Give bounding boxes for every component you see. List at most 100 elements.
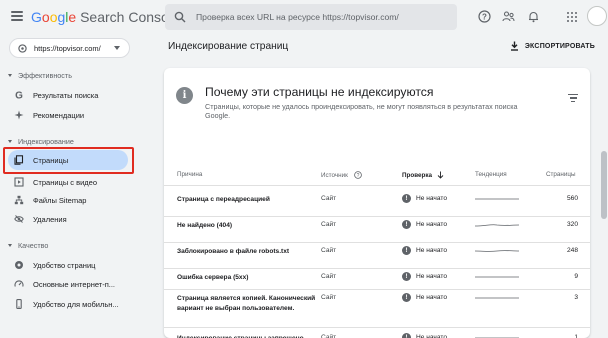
validation-status-label: Не начато	[416, 195, 447, 202]
sidebar-item-recommendations[interactable]: Рекомендации	[0, 105, 136, 125]
trend-sparkline	[475, 276, 519, 278]
header-divider	[164, 185, 590, 186]
video-pages-icon	[14, 177, 24, 187]
alert-icon: !	[402, 194, 411, 203]
search-placeholder: Проверка всех URL на ресурсе https://top…	[196, 12, 399, 22]
card-subtitle: Страницы, которые не удалось проиндексир…	[205, 102, 518, 120]
pages-count: 248	[566, 247, 578, 254]
pages-count: 3	[574, 294, 578, 301]
avatar[interactable]	[587, 6, 607, 26]
trend-sparkline	[475, 198, 519, 200]
trend-sparkline	[475, 297, 519, 299]
sparkle-icon	[14, 110, 24, 120]
collapse-icon	[8, 140, 12, 143]
alert-icon: !	[402, 272, 411, 281]
card-title: Почему эти страницы не индексируются	[205, 85, 434, 99]
sort-arrow-icon	[437, 171, 444, 179]
top-app-bar: Google Search Console Проверка всех URL …	[0, 0, 608, 34]
chevron-down-icon	[114, 46, 120, 50]
collapse-icon	[8, 74, 12, 77]
reason-cell[interactable]: Не найдено (404)	[177, 221, 317, 231]
reason-cell[interactable]: Страница является копией. Канонический в…	[177, 294, 317, 314]
app-logo[interactable]: Google Search Console	[31, 9, 180, 25]
sidebar-item-mobile-usability[interactable]: Удобство для мобильн...	[0, 294, 136, 314]
pages-count: 1	[574, 334, 578, 338]
pages-count: 320	[566, 221, 578, 228]
reason-cell[interactable]: Индексирование страницы запрещено тегом …	[177, 334, 317, 338]
property-selector[interactable]: https://topvisor.com/	[9, 38, 130, 58]
row-divider	[164, 327, 590, 328]
validation-status-label: Не начато	[416, 294, 447, 301]
scrollbar-thumb[interactable]	[601, 151, 607, 219]
help-icon[interactable]: ?	[354, 171, 362, 179]
column-header-source[interactable]: Источник ?	[321, 171, 362, 179]
svg-text:?: ?	[482, 12, 487, 21]
sidebar-item-video-pages[interactable]: Страницы с видео	[0, 172, 136, 192]
section-performance[interactable]: Эффективность	[8, 71, 72, 80]
users-icon[interactable]	[502, 10, 515, 23]
source-cell: Сайт	[321, 195, 337, 202]
sitemap-icon	[14, 195, 24, 205]
validation-status-label: Не начато	[416, 273, 447, 280]
alert-icon: !	[402, 333, 411, 338]
column-header-reason[interactable]: Причина	[177, 171, 202, 178]
validation-status: ! Не начато	[402, 194, 447, 203]
row-divider	[164, 216, 590, 217]
main-content: Индексирование страниц ЭКСПОРТИРОВАТЬ i …	[142, 34, 608, 338]
info-icon: i	[176, 87, 193, 104]
section-indexing[interactable]: Индексирование	[8, 137, 74, 146]
validation-status: ! Не начато	[402, 220, 447, 229]
validation-status-label: Не начато	[416, 247, 447, 254]
url-inspection-search[interactable]: Проверка всех URL на ресурсе https://top…	[165, 4, 457, 30]
sidebar-item-sitemaps[interactable]: Файлы Sitemap	[0, 190, 136, 210]
pages-count: 9	[574, 273, 578, 280]
property-icon	[18, 43, 27, 53]
validation-status: ! Не начато	[402, 333, 447, 338]
reason-cell[interactable]: Страница с переадресацией	[177, 195, 317, 205]
apps-icon[interactable]	[567, 12, 577, 22]
google-g-icon: G	[14, 90, 24, 100]
menu-icon[interactable]	[11, 11, 23, 21]
validation-status-label: Не начато	[416, 221, 447, 228]
source-cell: Сайт	[321, 294, 337, 301]
reason-cell[interactable]: Заблокировано в файле robots.txt	[177, 247, 317, 257]
alert-icon: !	[402, 246, 411, 255]
sidebar: https://topvisor.com/ Эффективность G Ре…	[0, 34, 142, 326]
trend-sparkline	[475, 224, 519, 227]
column-header-trend: Тенденция	[475, 171, 507, 178]
validation-status: ! Не начато	[402, 246, 447, 255]
source-cell: Сайт	[321, 221, 337, 228]
not-indexed-reasons-card: i Почему эти страницы не индексируются С…	[164, 68, 590, 338]
row-divider	[164, 289, 590, 290]
sidebar-item-removals[interactable]: Удаления	[0, 209, 136, 229]
download-icon	[510, 41, 518, 51]
row-divider	[164, 268, 590, 269]
reason-cell[interactable]: Ошибка сервера (5xx)	[177, 273, 317, 283]
column-header-pages[interactable]: Страницы	[546, 171, 576, 178]
page-title: Индексирование страниц	[168, 41, 289, 52]
source-cell: Сайт	[321, 334, 337, 338]
property-url: https://topvisor.com/	[34, 43, 101, 53]
export-button[interactable]: ЭКСПОРТИРОВАТЬ	[510, 41, 595, 51]
validation-status-label: Не начато	[416, 334, 447, 338]
filter-icon[interactable]	[568, 94, 578, 102]
highlight-box	[3, 147, 134, 174]
mobile-icon	[14, 299, 24, 309]
source-cell: Сайт	[321, 247, 337, 254]
collapse-icon	[8, 244, 12, 247]
help-icon[interactable]: ?	[478, 10, 491, 23]
validation-status: ! Не начато	[402, 272, 447, 281]
core-web-vitals-icon	[14, 279, 24, 289]
trend-sparkline	[475, 250, 519, 252]
sidebar-item-core-web-vitals[interactable]: Основные интернет-п...	[0, 274, 136, 294]
sidebar-item-search-results[interactable]: G Результаты поиска	[0, 85, 136, 105]
column-header-validation[interactable]: Проверка	[402, 171, 444, 179]
search-icon	[174, 11, 186, 23]
alert-icon: !	[402, 293, 411, 302]
validation-status: ! Не начато	[402, 293, 447, 302]
svg-text:?: ?	[357, 173, 360, 179]
bell-icon[interactable]	[527, 10, 540, 23]
alert-icon: !	[402, 220, 411, 229]
sidebar-item-page-experience[interactable]: Удобство страниц	[0, 255, 136, 275]
section-quality[interactable]: Качество	[8, 241, 48, 250]
